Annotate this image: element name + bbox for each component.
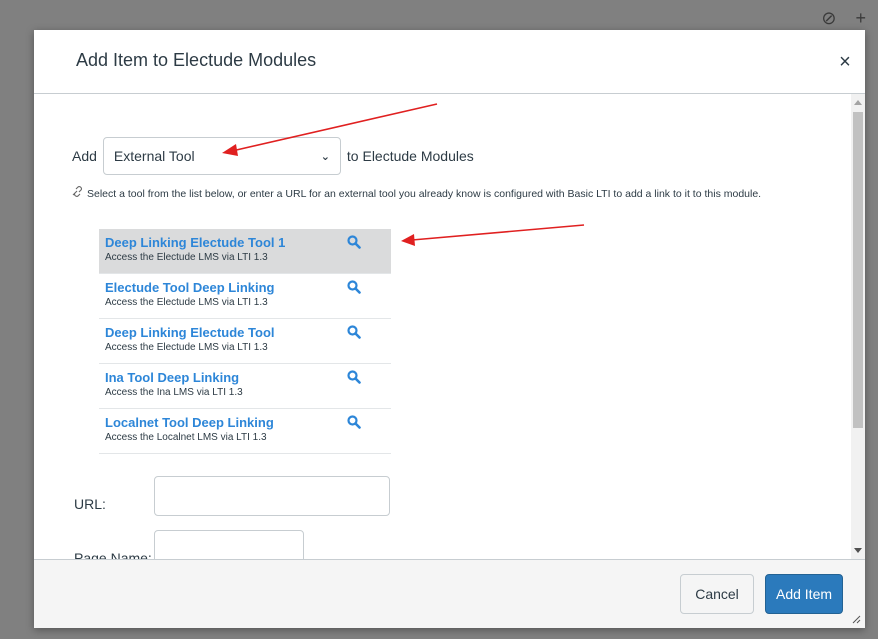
search-icon[interactable] [347,370,361,384]
scroll-thumb[interactable] [853,112,863,428]
tool-name[interactable]: Deep Linking Electude Tool [105,324,385,341]
tool-list-item[interactable]: Ina Tool Deep Linking Access the Ina LMS … [99,364,391,409]
tool-list-item[interactable]: Deep Linking Electude Tool Access the Ele… [99,319,391,364]
background-toolbar-icons: ⊘ + [807,8,866,29]
dialog-header: Add Item to Electude Modules × [34,30,865,94]
tool-list-item[interactable]: Localnet Tool Deep Linking Access the Loc… [99,409,391,454]
tool-name[interactable]: Electude Tool Deep Linking [105,279,385,296]
plus-icon: + [855,8,866,28]
tool-description: Access the Localnet LMS via LTI 1.3 [105,432,267,443]
add-prefix-label: Add [72,148,97,164]
dialog-title: Add Item to Electude Modules [76,50,317,70]
add-item-button[interactable]: Add Item [765,574,843,614]
tool-name[interactable]: Deep Linking Electude Tool 1 [105,234,385,251]
tool-list: Deep Linking Electude Tool 1 Access the E… [99,229,391,454]
item-type-select[interactable]: External Tool ⌄ [102,137,341,175]
page-name-input[interactable] [154,530,304,559]
search-icon[interactable] [347,415,361,429]
chevron-down-icon: ⌄ [320,150,330,163]
search-icon[interactable] [347,235,361,249]
add-item-dialog: Add Item to Electude Modules × Add Exter… [34,30,865,628]
search-icon[interactable] [347,280,361,294]
tool-name[interactable]: Localnet Tool Deep Linking [105,414,385,431]
link-icon [72,186,85,201]
tool-list-item[interactable]: Electude Tool Deep Linking Access the Ele… [99,274,391,319]
url-label: URL: [74,496,106,512]
tool-description: Access the Electude LMS via LTI 1.3 [105,252,268,263]
search-icon[interactable] [347,325,361,339]
close-icon[interactable]: × [835,52,855,72]
scroll-down-icon[interactable] [854,548,862,553]
tool-name[interactable]: Ina Tool Deep Linking [105,369,385,386]
dialog-body: Add External Tool ⌄ to Electude Modules … [34,94,852,559]
url-input[interactable] [154,476,390,516]
add-type-row: Add External Tool ⌄ to Electude Modules [72,136,474,176]
tool-description: Access the Electude LMS via LTI 1.3 [105,297,268,308]
cancel-button[interactable]: Cancel [680,574,754,614]
tool-list-item[interactable]: Deep Linking Electude Tool 1 Access the E… [99,229,391,274]
scroll-up-icon[interactable] [854,100,862,105]
item-type-value: External Tool [113,148,195,164]
dialog-footer: Cancel Add Item [34,559,865,628]
dialog-scrollbar[interactable] [851,94,865,559]
tool-description: Access the Electude LMS via LTI 1.3 [105,342,268,353]
help-text-content: Select a tool from the list below, or en… [87,188,762,200]
page-name-label: Page Name: [74,550,152,559]
tool-description: Access the Ina LMS via LTI 1.3 [105,387,243,398]
resize-grip-icon[interactable] [851,614,861,624]
block-icon: ⊘ [821,8,837,28]
help-text: Select a tool from the list below, or en… [72,186,832,202]
add-suffix-label: to Electude Modules [346,148,474,164]
